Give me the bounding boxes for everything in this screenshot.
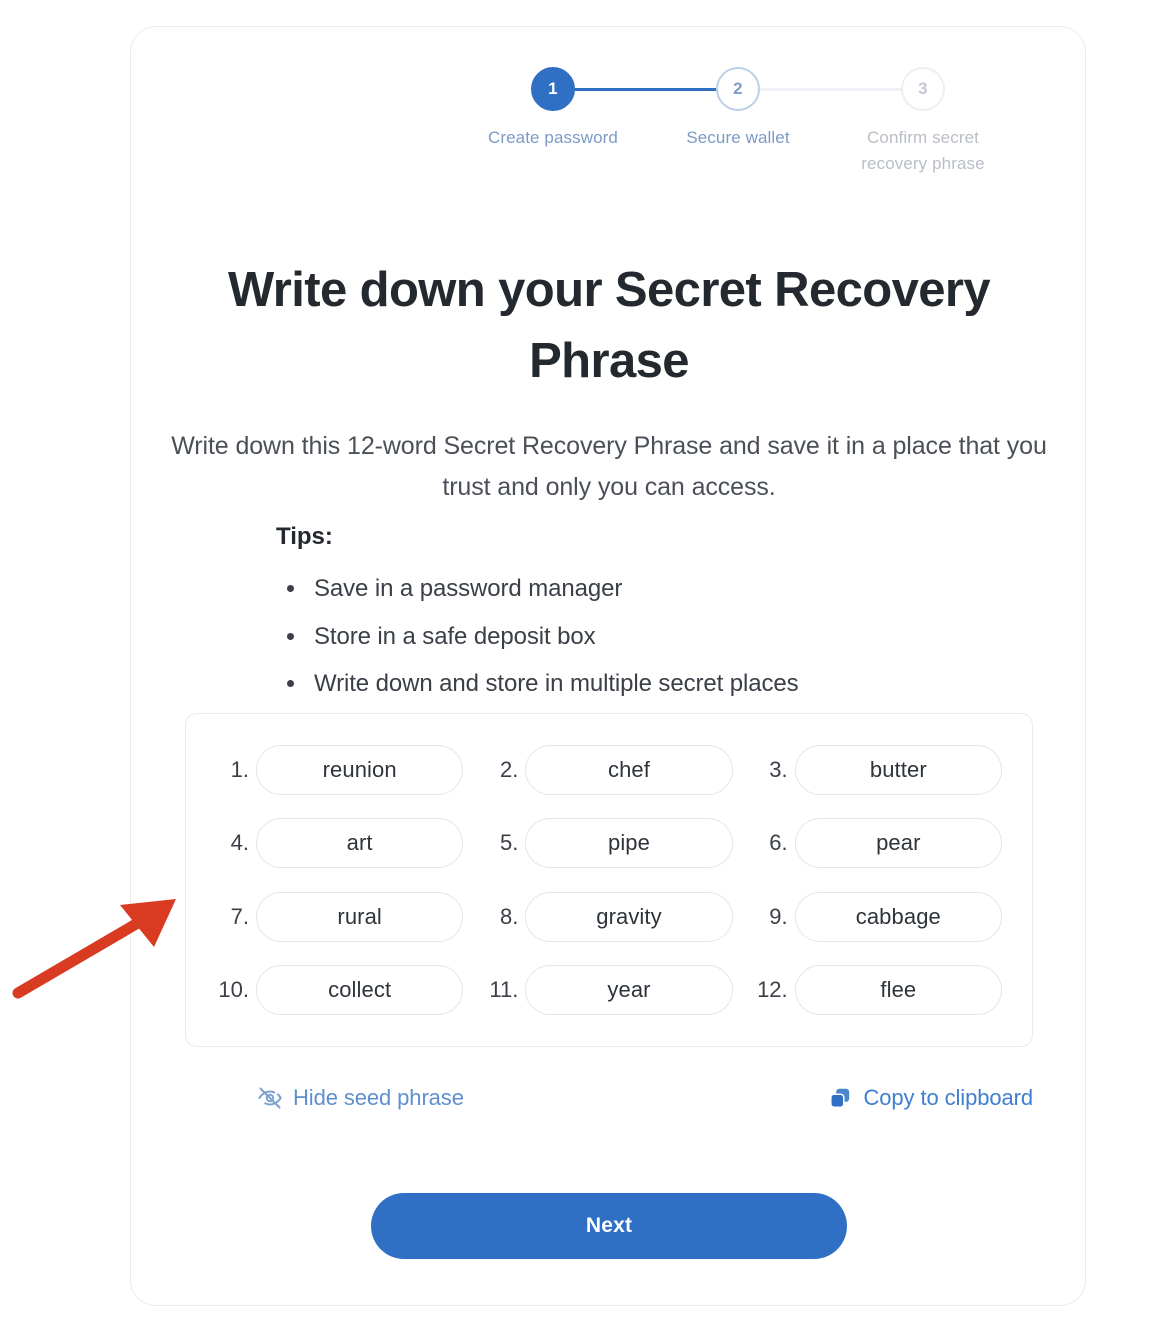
hide-seed-phrase-label: Hide seed phrase	[293, 1085, 464, 1110]
seed-word-index: 9.	[769, 903, 788, 929]
step-1-label: Create password	[487, 128, 618, 147]
step-3-number: 3	[918, 79, 928, 98]
seed-word-cell: 9. cabbage	[755, 887, 1002, 947]
bullet-icon	[287, 585, 294, 592]
step-1-circle[interactable]: 1	[531, 67, 575, 111]
tips-list: Save in a password manager Store in a sa…	[276, 565, 1036, 708]
seed-word-index: 2.	[499, 756, 519, 782]
seed-word-index: 8.	[499, 903, 519, 929]
copy-to-clipboard-label: Copy to clipboard	[863, 1085, 1033, 1110]
tips-item-text: Write down and store in multiple secret …	[314, 670, 799, 698]
seed-word-pill[interactable]: collect	[256, 965, 464, 1016]
seed-word-pill[interactable]: butter	[794, 744, 1002, 795]
seed-word-index: 4.	[230, 830, 249, 856]
seed-word-pill[interactable]: pear	[794, 818, 1002, 869]
seed-phrase-grid: 1. reunion 2. chef 3. butter 4. art 5. p…	[216, 740, 1002, 1020]
page-subtitle: Write down this 12-word Secret Recovery …	[171, 432, 1047, 501]
seed-word-cell: 7. rural	[216, 887, 464, 947]
progress-stepper: 1 Create password 2 Secure wallet 3 Conf…	[131, 67, 1085, 217]
seed-word-cell: 8. gravity	[485, 887, 733, 947]
seed-word-index: 10.	[218, 977, 249, 1003]
seed-word-cell: 1. reunion	[216, 740, 464, 800]
seed-word-cell: 2. chef	[485, 740, 733, 800]
seed-word-pill[interactable]: rural	[256, 891, 464, 942]
seed-word-index: 11.	[489, 977, 519, 1003]
next-button[interactable]: Next	[371, 1193, 847, 1259]
bullet-icon	[287, 632, 294, 640]
seed-word-pill[interactable]: flee	[794, 965, 1002, 1016]
step-2-label: Secure wallet	[686, 128, 790, 147]
seed-word-pill[interactable]: pipe	[525, 818, 733, 869]
hide-seed-phrase-button[interactable]: Hide seed phrase	[257, 1085, 464, 1111]
seed-word-cell: 10. collect	[216, 961, 464, 1021]
copy-to-clipboard-button[interactable]: Copy to clipboard	[827, 1085, 1033, 1111]
eye-off-icon	[258, 1087, 282, 1109]
seed-word-cell: 6. pear	[755, 814, 1002, 874]
seed-word-cell: 5. pipe	[485, 814, 733, 874]
seed-word-pill[interactable]: year	[525, 965, 733, 1016]
tips-item-text: Store in a safe deposit box	[314, 622, 596, 650]
step-3-label: Confirm secret recovery phrase	[861, 128, 985, 174]
seed-phrase-box: 1. reunion 2. chef 3. butter 4. art 5. p…	[185, 713, 1033, 1047]
seed-word-pill[interactable]: art	[256, 818, 464, 869]
seed-word-index: 6.	[769, 830, 788, 856]
step-1-number: 1	[548, 79, 558, 98]
onboarding-card: 1 Create password 2 Secure wallet 3 Conf…	[130, 26, 1086, 1306]
tips-heading: Tips:	[276, 523, 333, 550]
seed-word-pill[interactable]: chef	[525, 744, 733, 795]
arrow-shaft	[12, 911, 154, 999]
stepper-step-create-password[interactable]: 1 Create password	[458, 67, 648, 151]
step-2-circle[interactable]: 2	[716, 67, 760, 111]
seed-word-index: 7.	[230, 903, 249, 929]
seed-actions: Hide seed phrase Copy to clipboard	[185, 1085, 1033, 1133]
tips-list-item: Store in a safe deposit box	[276, 613, 1036, 661]
seed-word-cell: 3. butter	[755, 740, 1002, 800]
seed-word-pill[interactable]: reunion	[256, 744, 464, 795]
seed-word-pill[interactable]: cabbage	[794, 891, 1002, 942]
seed-word-index: 3.	[769, 756, 788, 782]
step-2-number: 2	[733, 79, 743, 98]
tips-list-item: Write down and store in multiple secret …	[276, 660, 1036, 708]
seed-word-pill[interactable]: gravity	[525, 891, 733, 942]
seed-word-cell: 12. flee	[755, 961, 1002, 1021]
bullet-icon	[287, 680, 294, 688]
copy-icon	[830, 1088, 850, 1108]
stepper-step-secure-wallet[interactable]: 2 Secure wallet	[643, 67, 833, 151]
seed-word-index: 5.	[499, 830, 519, 856]
stepper-step-confirm-phrase[interactable]: 3 Confirm secret recovery phrase	[828, 67, 1018, 178]
tips-item-text: Save in a password manager	[314, 575, 623, 602]
page-title: Write down your Secret Recovery Phrase	[227, 262, 991, 388]
seed-word-index: 12.	[757, 977, 788, 1003]
tips-list-item: Save in a password manager	[276, 565, 1036, 613]
seed-word-cell: 11. year	[485, 961, 733, 1021]
step-3-circle[interactable]: 3	[901, 67, 945, 111]
seed-word-index: 1.	[230, 756, 249, 782]
seed-word-cell: 4. art	[216, 814, 464, 874]
tips-section: Tips: Save in a password manager Store i…	[276, 523, 1036, 708]
